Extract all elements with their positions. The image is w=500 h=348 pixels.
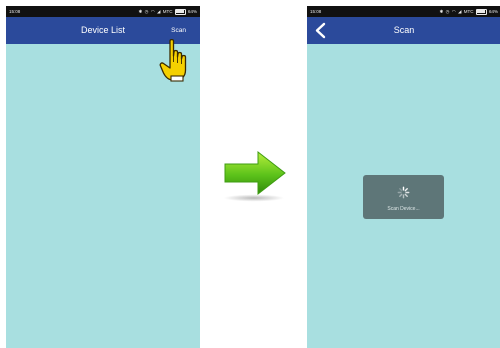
status-bar: 15:08 ✱ ◷ ◠ ◢ MTC 64% xyxy=(307,6,500,17)
battery-icon xyxy=(475,8,487,15)
scan-progress-dialog: Scan Device... xyxy=(363,175,444,219)
status-carrier: MTC xyxy=(463,9,474,15)
status-time: 15:08 xyxy=(310,9,322,14)
spinner-icon xyxy=(397,186,410,199)
signal-icon: ◢ xyxy=(156,9,161,15)
status-icons: ✱ ◷ ◠ ◢ MTC 64% xyxy=(439,6,498,17)
alarm-icon: ◷ xyxy=(445,9,450,15)
scan-screen: 15:08 ✱ ◷ ◠ ◢ MTC 64% Scan Scan Device..… xyxy=(307,6,500,348)
app-bar: Scan xyxy=(307,17,500,44)
wifi-icon: ◠ xyxy=(451,9,456,15)
signal-icon: ◢ xyxy=(457,9,462,15)
alarm-icon: ◷ xyxy=(144,9,149,15)
status-time: 15:08 xyxy=(9,9,21,14)
bluetooth-icon: ✱ xyxy=(138,9,143,15)
status-battery: 64% xyxy=(187,9,197,15)
status-bar: 15:08 ✱ ◷ ◠ ◢ MTC 64% xyxy=(6,6,200,17)
page-title: Scan xyxy=(393,25,415,35)
battery-icon xyxy=(174,8,186,15)
status-battery: 64% xyxy=(488,9,498,15)
wifi-icon: ◠ xyxy=(150,9,155,15)
pointing-hand-icon xyxy=(159,39,187,82)
scan-status-text: Scan Device... xyxy=(387,206,420,212)
status-icons: ✱ ◷ ◠ ◢ MTC 64% xyxy=(138,6,197,17)
right-arrow-icon xyxy=(224,150,286,202)
bluetooth-icon: ✱ xyxy=(439,9,444,15)
status-carrier: MTC xyxy=(162,9,173,15)
